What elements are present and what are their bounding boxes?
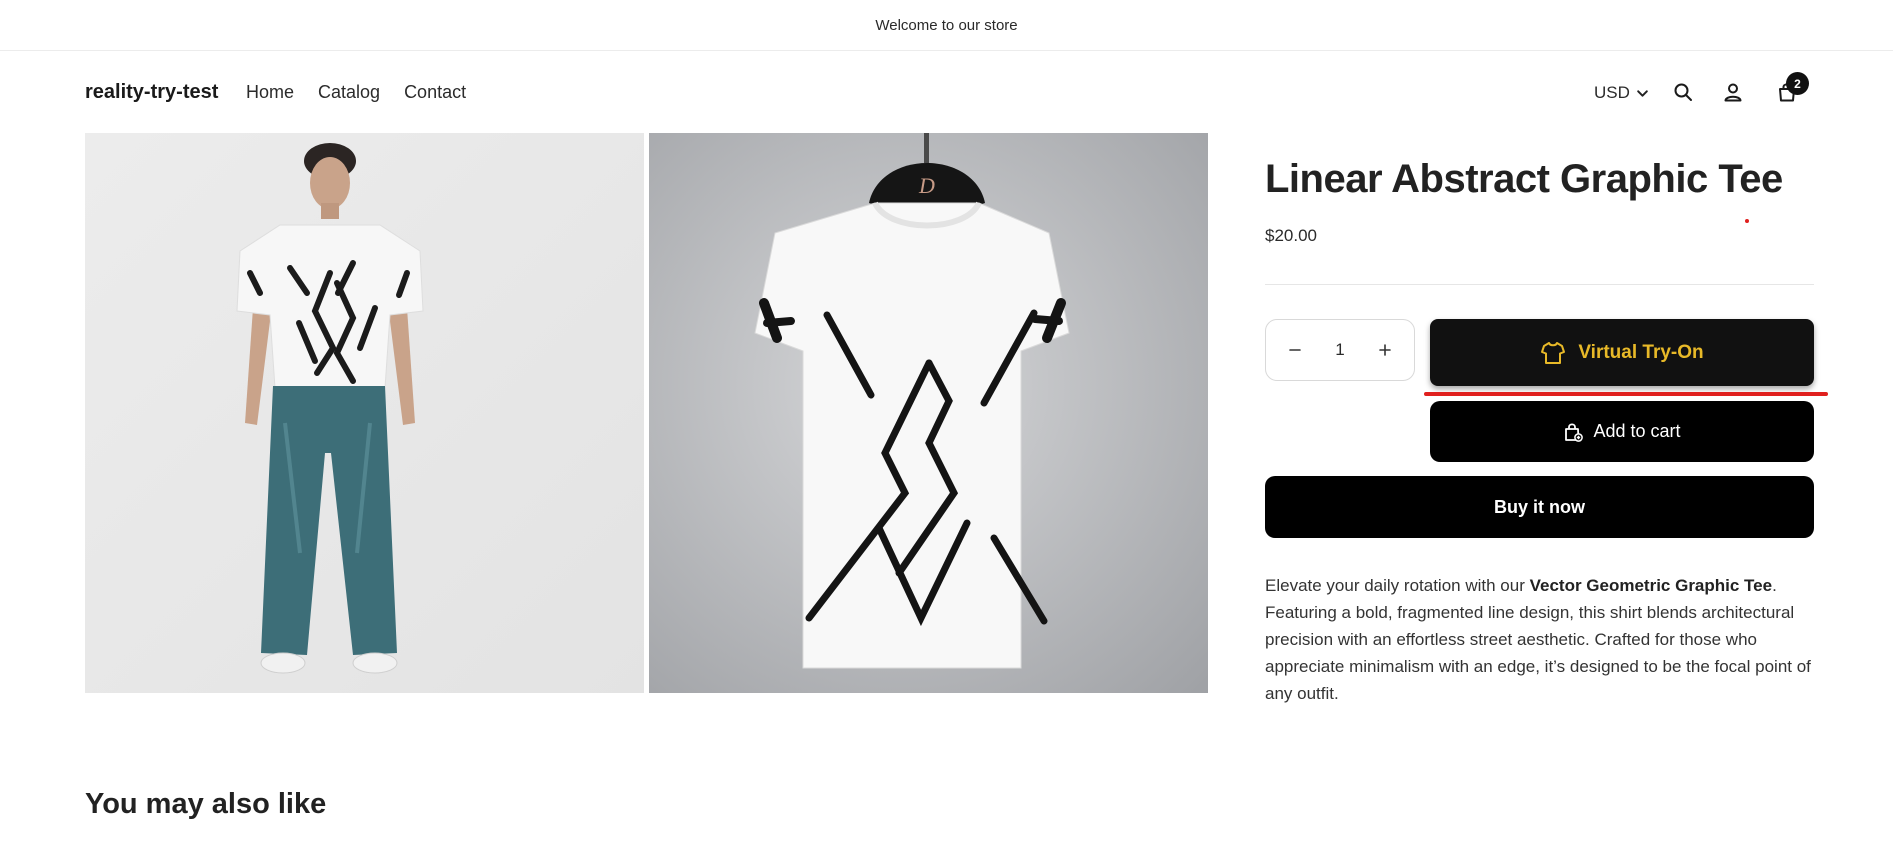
decrease-quantity-button[interactable] xyxy=(1282,337,1308,363)
product-image-model[interactable] xyxy=(85,133,644,693)
announcement-text: Welcome to our store xyxy=(875,16,1018,34)
recommendations-heading: You may also like xyxy=(85,788,327,820)
product-image-flatlay[interactable]: D xyxy=(649,133,1208,693)
site-header: reality-try-test Home Catalog Contact US… xyxy=(0,51,1893,133)
virtual-tryon-button[interactable]: Virtual Try-On xyxy=(1430,319,1814,386)
cart-count-badge: 2 xyxy=(1786,72,1809,95)
description-suffix: . Featuring a bold, fragmented line desi… xyxy=(1265,576,1811,703)
add-to-cart-button[interactable]: Add to cart xyxy=(1430,401,1814,462)
add-to-cart-label: Add to cart xyxy=(1593,421,1681,441)
bag-plus-icon xyxy=(1565,422,1584,442)
virtual-tryon-label: Virtual Try-On xyxy=(1578,341,1704,363)
price-divider xyxy=(1265,284,1814,285)
announcement-bar: Welcome to our store xyxy=(0,0,1893,51)
main-nav: Home Catalog Contact xyxy=(246,82,466,103)
tshirt-icon xyxy=(1541,341,1566,364)
quantity-stepper: 1 xyxy=(1265,319,1415,381)
product-title: Linear Abstract Graphic Tee xyxy=(1265,157,1783,201)
plus-icon xyxy=(1379,344,1391,356)
buy-now-button[interactable]: Buy it now xyxy=(1265,476,1814,538)
currency-selector[interactable]: USD xyxy=(1594,83,1649,103)
product-description: Elevate your daily rotation with our Vec… xyxy=(1265,572,1817,707)
quantity-value[interactable]: 1 xyxy=(1335,340,1344,360)
search-icon[interactable] xyxy=(1670,79,1696,105)
minus-icon xyxy=(1289,349,1301,351)
annotation-dot xyxy=(1745,219,1749,223)
nav-item-home[interactable]: Home xyxy=(246,82,294,103)
svg-text:D: D xyxy=(918,173,935,198)
product-price: $20.00 xyxy=(1265,226,1317,245)
chevron-down-icon xyxy=(1637,89,1648,97)
increase-quantity-button[interactable] xyxy=(1372,337,1398,363)
account-icon[interactable] xyxy=(1720,79,1746,105)
description-prefix: Elevate your daily rotation with our xyxy=(1265,576,1530,595)
nav-item-catalog[interactable]: Catalog xyxy=(318,82,380,103)
description-highlight: Vector Geometric Graphic Tee xyxy=(1529,576,1773,595)
nav-item-contact[interactable]: Contact xyxy=(404,82,466,103)
currency-value: USD xyxy=(1594,83,1630,102)
annotation-underline xyxy=(1424,392,1828,396)
store-logo[interactable]: reality-try-test xyxy=(85,81,218,104)
buy-now-label: Buy it now xyxy=(1494,496,1585,517)
